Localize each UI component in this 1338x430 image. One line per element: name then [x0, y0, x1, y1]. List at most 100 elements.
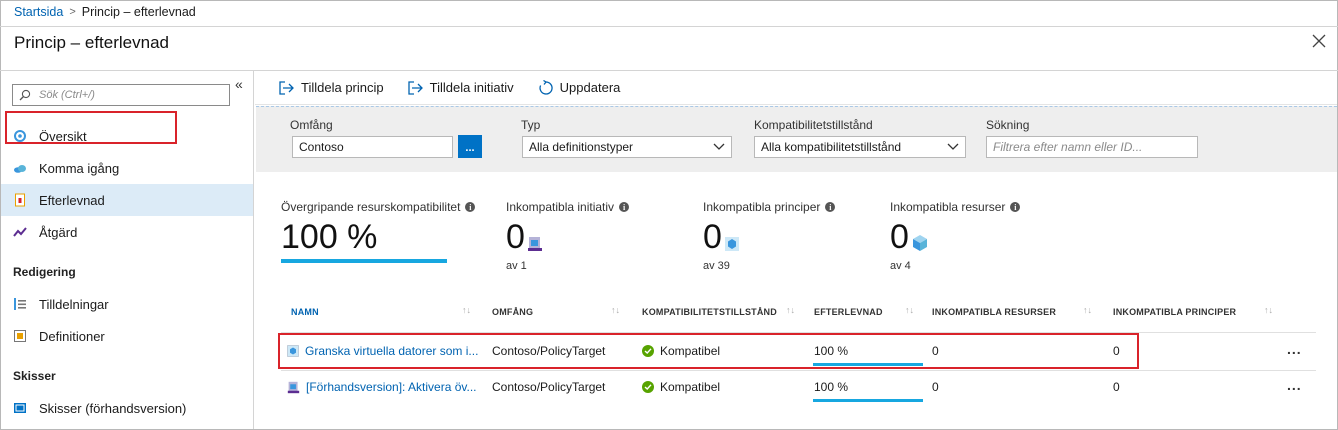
noncompliant-initiatives-total: av 1: [506, 260, 527, 272]
definitions-icon: [13, 329, 27, 343]
noncompliant-initiatives-label: Inkompatibla initiativ: [506, 200, 615, 214]
row-name-link[interactable]: [Förhandsversion]: Aktivera öv...: [287, 380, 477, 394]
row-more-button[interactable]: ...: [1287, 341, 1302, 357]
compliance-state-value: Alla kompatibilitetstillstånd: [761, 140, 902, 154]
refresh-icon: [539, 79, 553, 95]
row-state: Kompatibel: [642, 380, 720, 394]
row-noncompliant-policies: 0: [1113, 380, 1120, 394]
highlight-outline: [5, 111, 177, 144]
sort-icon[interactable]: ↑↓: [462, 305, 471, 315]
chevron-down-icon: [947, 143, 959, 150]
sidebar-item-label: Komma igång: [39, 160, 120, 176]
noncompliant-resources-value: 0: [890, 218, 909, 256]
page-title: Princip – efterlevnad: [14, 33, 169, 52]
check-circle-icon: [642, 381, 654, 393]
column-header-noncompliant-policies[interactable]: INKOMPATIBLA PRINCIPER: [1113, 307, 1236, 317]
overall-compliance: Övergripande resurskompatibilitet i 100 %: [281, 200, 476, 263]
initiative-icon: [527, 237, 542, 251]
assign-policy-label: Tilldela princip: [301, 80, 384, 95]
sidebar-item-efterlevnad[interactable]: Efterlevnad: [1, 184, 253, 216]
breadcrumb: Startsida > Princip – efterlevnad: [14, 5, 196, 19]
resource-cube-icon: [912, 235, 927, 251]
breadcrumb-home[interactable]: Startsida: [14, 5, 63, 19]
sort-icon[interactable]: ↑↓: [611, 305, 620, 315]
overall-compliance-label: Övergripande resurskompatibilitet: [281, 200, 461, 214]
row-noncompliant-resources: 0: [932, 380, 939, 394]
chevron-down-icon: [713, 143, 725, 150]
search-label: Sökning: [986, 118, 1030, 132]
row-compliance: 100 %: [814, 380, 849, 394]
scope-picker-button[interactable]: ...: [458, 135, 482, 158]
noncompliant-resources: Inkompatibla resurser i 0 av 4: [890, 200, 1021, 272]
filter-search-input[interactable]: Filtrera efter namn eller ID...: [986, 136, 1198, 158]
row-name: [Förhandsversion]: Aktivera öv...: [306, 380, 477, 394]
compliance-state-select[interactable]: Alla kompatibilitetstillstånd: [754, 136, 966, 158]
compliance-icon: [13, 193, 27, 207]
sort-icon[interactable]: ↑↓: [905, 305, 914, 315]
noncompliant-policies-value: 0: [703, 218, 722, 256]
sidebar-item-tilldelningar[interactable]: Tilldelningar: [1, 288, 253, 320]
sort-icon[interactable]: ↑↓: [1264, 305, 1273, 315]
noncompliant-policies-total: av 39: [703, 260, 730, 272]
divider: [0, 26, 1338, 27]
breadcrumb-current: Princip – efterlevnad: [81, 5, 196, 19]
sidebar-item-label: Tilldelningar: [39, 296, 109, 312]
scope-field[interactable]: Contoso: [292, 136, 453, 158]
assignments-icon: [13, 297, 27, 311]
toolbar: Tilldela princip Tilldela initiativ Uppd…: [255, 71, 1337, 105]
row-scope: Contoso/PolicyTarget: [492, 380, 606, 394]
assign-initiative-button[interactable]: Tilldela initiativ: [407, 80, 514, 95]
remediation-icon: [13, 225, 27, 239]
cloud-icon: [13, 161, 27, 175]
sidebar-search[interactable]: [12, 84, 230, 106]
type-select[interactable]: Alla definitionstyper: [522, 136, 732, 158]
close-icon: [1312, 34, 1326, 48]
sidebar-item-definitioner[interactable]: Definitioner: [1, 320, 253, 352]
column-header-noncompliant-resources[interactable]: INKOMPATIBLA RESURSER: [932, 307, 1056, 317]
row-more-button[interactable]: ...: [1287, 377, 1302, 393]
compliance-state-label: Kompatibilitetstillstånd: [754, 118, 873, 132]
assign-icon: [407, 80, 423, 95]
sidebar-item-label: Åtgärd: [39, 224, 78, 240]
info-icon[interactable]: i: [619, 202, 630, 212]
sort-icon[interactable]: ↑↓: [786, 305, 795, 315]
policy-icon: [724, 237, 739, 251]
breadcrumb-separator: >: [69, 6, 76, 18]
sidebar-item-label: Definitioner: [39, 328, 105, 344]
refresh-label: Uppdatera: [559, 80, 621, 95]
table-divider: [281, 370, 1316, 371]
assign-icon: [279, 80, 294, 95]
column-header-compliance[interactable]: EFTERLEVNAD: [814, 307, 883, 317]
highlight-outline: [278, 333, 1139, 369]
overall-compliance-bar: [281, 259, 447, 263]
assign-policy-button[interactable]: Tilldela princip: [279, 80, 384, 95]
sidebar-search-input[interactable]: [39, 89, 219, 101]
noncompliant-policies-label: Inkompatibla principer: [703, 200, 821, 214]
section-header-skisser: Skisser: [13, 369, 56, 383]
close-button[interactable]: [1310, 32, 1328, 50]
column-header-name[interactable]: NAMN: [291, 307, 319, 317]
row-state-label: Kompatibel: [660, 380, 721, 394]
sidebar-item-atgard[interactable]: Åtgärd: [1, 216, 253, 248]
row-compliance-bar: [813, 399, 923, 402]
noncompliant-resources-label: Inkompatibla resurser: [890, 200, 1006, 214]
sidebar-item-skisser[interactable]: Skisser (förhandsversion): [1, 392, 253, 424]
column-header-scope[interactable]: OMFÅNG: [492, 307, 533, 317]
blueprint-icon: [13, 401, 27, 415]
info-icon[interactable]: i: [465, 202, 476, 212]
sidebar-item-label: Skisser (förhandsversion): [39, 400, 187, 416]
collapse-sidebar-button[interactable]: «: [235, 76, 243, 92]
assign-initiative-label: Tilldela initiativ: [429, 80, 514, 95]
info-icon[interactable]: i: [1010, 202, 1021, 212]
column-header-state[interactable]: KOMPATIBILITETSTILLSTÅND: [642, 307, 777, 317]
noncompliant-resources-total: av 4: [890, 260, 911, 272]
filter-bar: Omfång Contoso ... Typ Alla definitionst…: [256, 106, 1337, 172]
type-label: Typ: [521, 118, 541, 132]
noncompliant-initiatives: Inkompatibla initiativ i 0 av 1: [506, 200, 630, 272]
refresh-button[interactable]: Uppdatera: [538, 79, 621, 96]
sort-icon[interactable]: ↑↓: [1083, 305, 1092, 315]
sidebar-item-label: Efterlevnad: [39, 192, 105, 208]
info-icon[interactable]: i: [825, 202, 836, 212]
sidebar-item-komma-igang[interactable]: Komma igång: [1, 152, 253, 184]
section-header-redigering: Redigering: [13, 265, 76, 279]
